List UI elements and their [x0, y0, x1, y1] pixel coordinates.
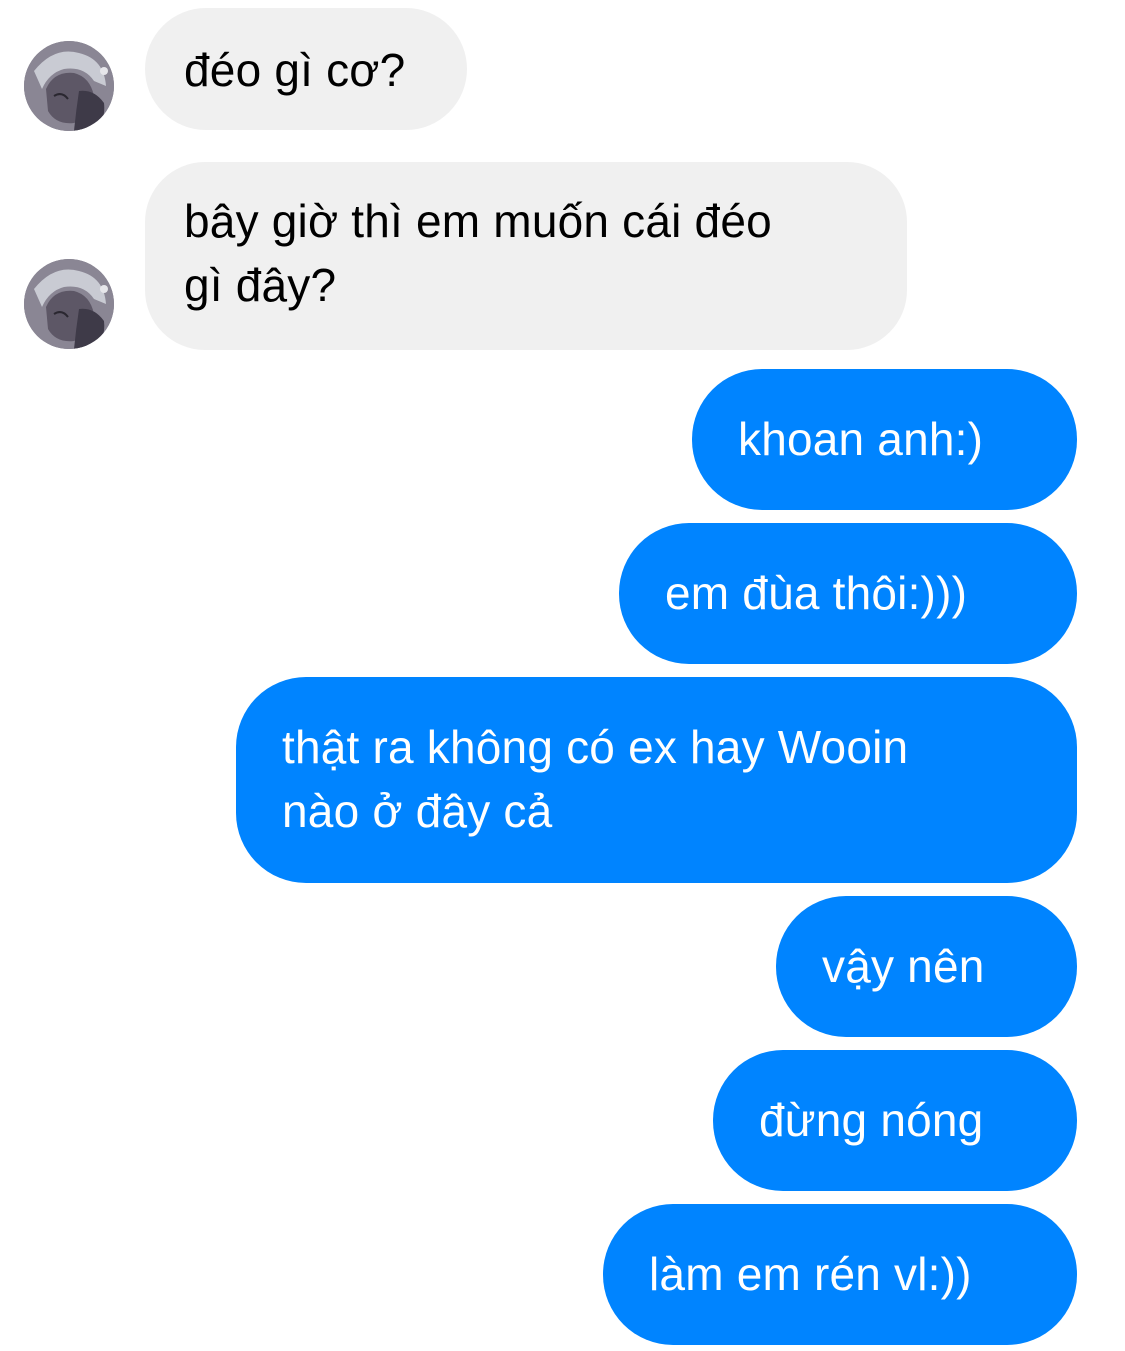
- avatar-image-icon: [24, 259, 114, 349]
- message-text: đéo gì cơ?: [184, 44, 406, 96]
- incoming-message[interactable]: bây giờ thì em muốn cái đéo gì đây?: [145, 162, 907, 350]
- message-text-line: thật ra không có ex hay Wooin: [282, 721, 909, 773]
- message-text: làm em rén vl:)): [649, 1248, 972, 1300]
- message-text: đừng nóng: [759, 1094, 984, 1146]
- message-text: khoan anh:): [738, 413, 984, 465]
- avatar-image-icon: [24, 41, 114, 131]
- contact-avatar[interactable]: [24, 41, 114, 131]
- outgoing-message[interactable]: em đùa thôi:))): [619, 523, 1077, 664]
- incoming-message[interactable]: đéo gì cơ?: [145, 8, 467, 130]
- message-text: em đùa thôi:))): [665, 567, 968, 619]
- message-text-line: nào ở đây cả: [282, 785, 553, 837]
- outgoing-message[interactable]: khoan anh:): [692, 369, 1077, 510]
- message-text-line: bây giờ thì em muốn cái đéo: [184, 195, 772, 247]
- outgoing-message[interactable]: làm em rén vl:)): [603, 1204, 1077, 1345]
- outgoing-message[interactable]: vậy nên: [776, 896, 1077, 1037]
- outgoing-message[interactable]: thật ra không có ex hay Wooin nào ở đây …: [236, 677, 1077, 883]
- contact-avatar[interactable]: [24, 259, 114, 349]
- message-text: vậy nên: [822, 940, 985, 992]
- outgoing-message[interactable]: đừng nóng: [713, 1050, 1077, 1191]
- message-text-line: gì đây?: [184, 259, 337, 311]
